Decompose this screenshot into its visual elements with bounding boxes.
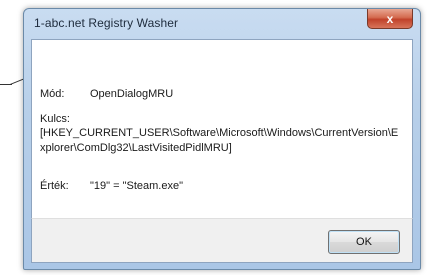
kulcs-label: Kulcs:	[40, 113, 70, 125]
title-bar[interactable]: 1-abc.net Registry Washer x	[24, 9, 420, 39]
mod-label: Mód:	[40, 88, 65, 100]
close-icon: x	[386, 11, 394, 26]
mod-value: OpenDialogMRU	[90, 88, 174, 100]
kulcs-value: [HKEY_CURRENT_USER\Software\Microsoft\Wi…	[40, 127, 399, 154]
ok-button[interactable]: OK	[328, 230, 400, 254]
ertek-label: Érték:	[40, 180, 69, 192]
dialog-footer: OK	[31, 218, 413, 263]
ertek-value: "19" = "Steam.exe"	[90, 180, 183, 192]
window-title: 1-abc.net Registry Washer	[34, 16, 179, 30]
dialog-content: Mód: OpenDialogMRU Kulcs: [HKEY_CURRENT_…	[31, 39, 413, 219]
dialog-window: 1-abc.net Registry Washer x Mód: OpenDia…	[23, 8, 421, 270]
close-button[interactable]: x	[367, 9, 413, 29]
